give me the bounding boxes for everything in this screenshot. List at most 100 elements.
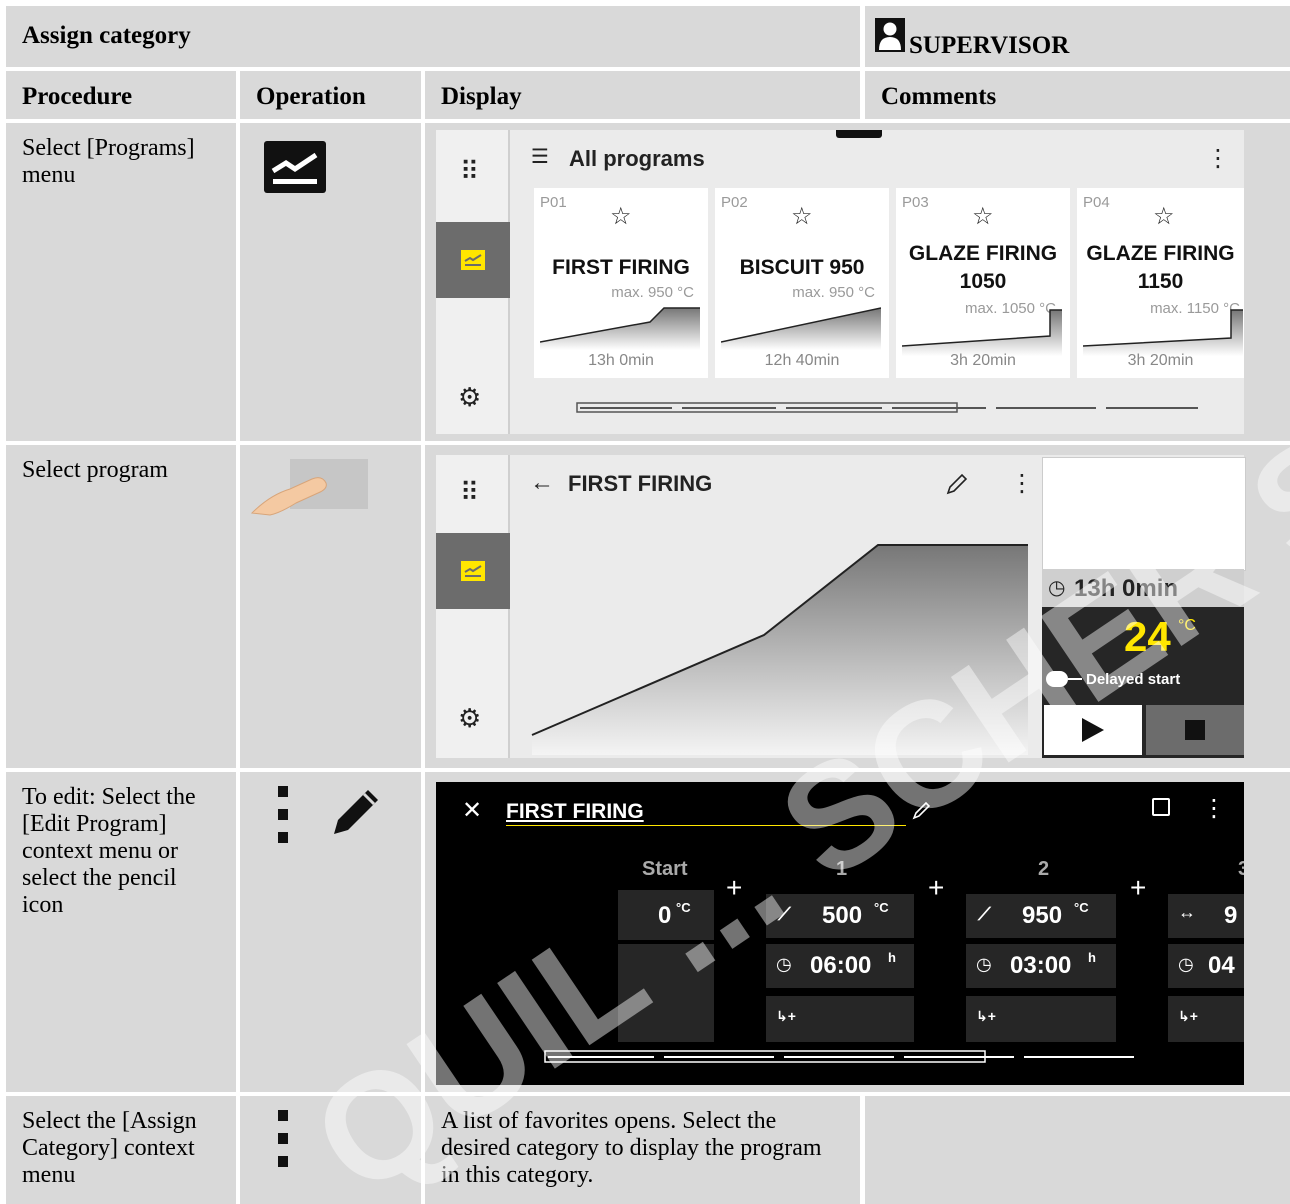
row2-procedure: Select program xyxy=(6,445,236,768)
program-name-line2: 1050 xyxy=(959,270,1007,293)
add-segment-icon[interactable]: + xyxy=(928,872,944,904)
segment-time-box[interactable]: ◷ 03:00 h xyxy=(966,944,1116,988)
program-max: max. 950 °C xyxy=(792,284,875,301)
segment-extra-box[interactable]: ↳+ xyxy=(1168,996,1244,1042)
add-option-icon: ↳+ xyxy=(1178,1008,1198,1024)
programs-screen: ⠿ ⚙ ☰ All programs ⋮ P01 ☆ FIRST FIRING … xyxy=(436,130,1244,434)
unit-c: °C xyxy=(874,900,889,915)
toggle-track xyxy=(1068,678,1082,680)
program-name: FIRST FIRING xyxy=(552,256,690,279)
add-segment-icon[interactable]: + xyxy=(726,872,742,904)
start-empty-box xyxy=(618,944,714,1042)
page-title: Assign category xyxy=(22,22,191,49)
segment-extra-box[interactable]: ↳+ xyxy=(766,996,914,1042)
duration-value: 13h 0min xyxy=(1074,575,1179,602)
delayed-start-label: Delayed start xyxy=(1086,671,1181,688)
role-cell: SUPERVISOR xyxy=(865,6,1290,67)
settings-icon[interactable]: ⚙ xyxy=(458,703,481,734)
save-icon[interactable] xyxy=(1152,798,1170,816)
program-id: P03 xyxy=(902,194,929,211)
pencil-icon[interactable] xyxy=(912,800,932,820)
edit-program-screen: ✕ FIRST FIRING ⋮ Start 0 °C + 1 ⟋ 500 °C… xyxy=(436,782,1244,1085)
segment-time: 04 xyxy=(1208,952,1235,979)
temperature-unit: °C xyxy=(1178,617,1196,634)
segment-temp: 9 xyxy=(1224,902,1238,929)
scroll-indicator xyxy=(544,1050,1134,1063)
program-curve xyxy=(540,307,700,350)
pencil-icon xyxy=(334,790,378,834)
program-name-field[interactable]: FIRST FIRING xyxy=(506,800,644,824)
nav-rail: ⠿ ⚙ xyxy=(436,455,510,758)
program-card[interactable]: P03 ☆ GLAZE FIRING 1050 max. 1050 °C 3h … xyxy=(896,188,1070,378)
unit-c: °C xyxy=(676,900,691,915)
segment-time-box[interactable]: ◷ 06:00 h xyxy=(766,944,914,988)
context-menu-icon xyxy=(278,1110,288,1167)
segment-time: 03:00 xyxy=(1010,952,1072,979)
more-icon[interactable]: ⋮ xyxy=(1202,794,1226,823)
back-arrow-icon[interactable]: ← xyxy=(530,469,554,497)
pencil-icon[interactable] xyxy=(946,473,968,495)
row4-display: A list of favorites opens. Select the de… xyxy=(425,1096,860,1204)
star-icon[interactable]: ☆ xyxy=(791,202,813,231)
segment-temp: 950 xyxy=(1022,902,1063,929)
play-button[interactable] xyxy=(1044,705,1142,755)
segment-extra-box[interactable]: ↳+ xyxy=(966,996,1116,1042)
program-card[interactable]: P02 ☆ BISCUIT 950 max. 950 °C 12h 40min xyxy=(715,188,889,378)
nav-programs[interactable] xyxy=(436,222,510,298)
row1-procedure: Select [Programs] menu xyxy=(6,123,236,441)
segment-temp-box[interactable]: ↔ 9 xyxy=(1168,894,1244,938)
col-procedure: Procedure xyxy=(6,71,236,119)
more-icon[interactable]: ⋮ xyxy=(1010,469,1034,498)
star-icon[interactable]: ☆ xyxy=(610,202,632,231)
notch xyxy=(836,130,882,138)
star-icon[interactable]: ☆ xyxy=(972,202,994,231)
segment-label: 2 xyxy=(1038,858,1050,880)
star-icon[interactable]: ☆ xyxy=(1153,202,1175,231)
col-comments: Comments xyxy=(865,71,1290,119)
program-card[interactable]: P04 ☆ GLAZE FIRING 1150 max. 1150 °C 3h … xyxy=(1077,188,1244,378)
add-option-icon: ↳+ xyxy=(976,1008,996,1024)
finger-tap-icon xyxy=(250,459,368,516)
program-duration: 3h 20min xyxy=(950,352,1016,369)
row3-procedure: To edit: Select the [Edit Program] conte… xyxy=(6,772,236,1092)
clock-icon: ◷ xyxy=(976,954,992,974)
nav-programs[interactable] xyxy=(436,533,510,609)
program-id: P01 xyxy=(540,194,567,211)
program-name: GLAZE FIRING xyxy=(908,242,1058,265)
more-icon[interactable]: ⋮ xyxy=(1206,144,1230,173)
hold-icon: ↔ xyxy=(1178,902,1196,922)
firing-curve xyxy=(531,544,1028,755)
program-id: P04 xyxy=(1083,194,1110,211)
segment-temp: 500 xyxy=(822,902,863,929)
segment-time-box[interactable]: ◷ 04 xyxy=(1168,944,1244,988)
programs-chart-icon xyxy=(264,141,326,193)
program-card[interactable]: P01 ☆ FIRST FIRING max. 950 °C 13h 0min xyxy=(534,188,708,378)
apps-icon[interactable]: ⠿ xyxy=(460,158,479,184)
row4-comments xyxy=(865,1096,1290,1204)
temperature-value: 24 xyxy=(1124,613,1171,660)
ramp-icon: ⟋ xyxy=(978,904,991,924)
row2-operation xyxy=(240,445,421,768)
program-curve xyxy=(902,309,1062,356)
name-underline xyxy=(506,825,906,826)
clock-icon: ◷ xyxy=(1178,954,1194,974)
start-temp: 0 xyxy=(658,902,672,929)
program-detail-screen: ⠿ ⚙ ← FIRST FIRING ⋮ ◷ 13h 0min 24 °C De… xyxy=(436,455,1246,758)
ramp-icon: ⟋ xyxy=(778,904,791,924)
programs-chart-icon xyxy=(461,561,485,581)
delayed-start-toggle[interactable] xyxy=(1046,671,1068,687)
start-temp-box[interactable]: 0 °C xyxy=(618,890,714,940)
settings-icon[interactable]: ⚙ xyxy=(458,382,481,413)
play-icon xyxy=(1082,718,1104,742)
apps-icon[interactable]: ⠿ xyxy=(460,479,479,505)
screen-title: FIRST FIRING xyxy=(568,471,713,496)
segment-temp-box[interactable]: ⟋ 950 °C xyxy=(966,894,1116,938)
row3-operation xyxy=(240,772,421,1092)
unit-h: h xyxy=(888,950,896,965)
close-icon[interactable]: ✕ xyxy=(462,796,482,825)
program-curve xyxy=(721,307,881,350)
add-segment-icon[interactable]: + xyxy=(1130,872,1146,904)
program-id: P02 xyxy=(721,194,748,211)
segment-temp-box[interactable]: ⟋ 500 °C xyxy=(766,894,914,938)
stop-button[interactable] xyxy=(1146,705,1244,755)
